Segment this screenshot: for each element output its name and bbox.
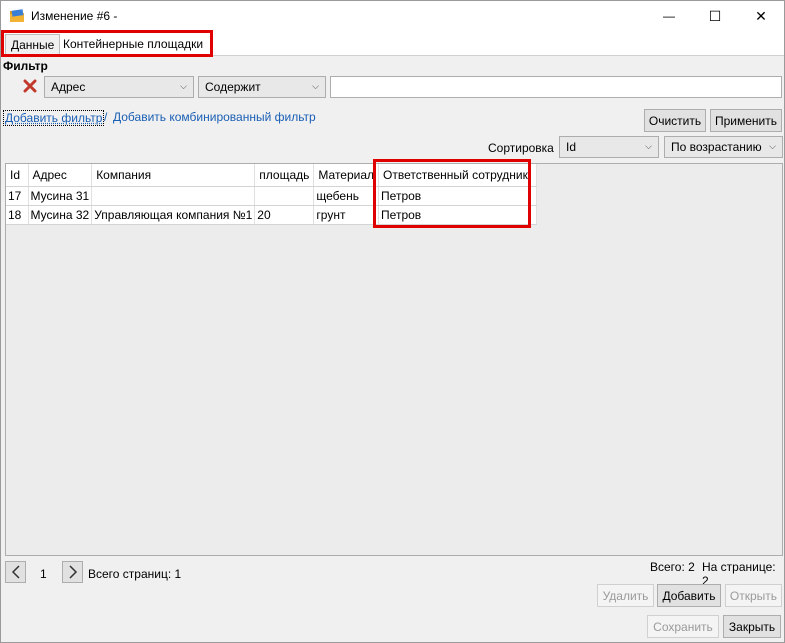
tab-container-sites-label: Контейнерные площадки (63, 37, 204, 51)
minimize-button[interactable]: — (646, 1, 692, 31)
data-table: Id Адрес Компания площадь Материал Ответ… (6, 164, 538, 225)
filter-title: Фильтр (3, 59, 48, 73)
cell-id: 18 (6, 205, 29, 225)
tab-container-sites[interactable]: Контейнерные площадки (58, 34, 208, 55)
prev-page-button[interactable] (5, 561, 26, 583)
close-icon: ✕ (755, 7, 767, 24)
tab-data-label: Данные (11, 38, 55, 52)
chevron-right-icon (68, 565, 77, 579)
column-header-company[interactable]: Компания (91, 164, 256, 187)
minimize-icon: — (663, 9, 675, 23)
total-pages-label: Всего страниц: 1 (88, 567, 182, 581)
data-grid: Id Адрес Компания площадь Материал Ответ… (5, 163, 783, 556)
cell-material: грунт (313, 205, 380, 225)
chevron-down-icon: ⌵ (312, 81, 319, 91)
filter-condition-value: Содержит (205, 80, 261, 94)
cell-company (91, 186, 256, 206)
table-row[interactable]: 18 Мусина 32 Управляющая компания №1 20 … (6, 205, 538, 225)
maximize-button[interactable]: ☐ (692, 1, 738, 31)
save-button[interactable]: Сохранить (647, 615, 719, 638)
tab-strip: Данные Контейнерные площадки (1, 31, 784, 56)
maximize-icon: ☐ (708, 7, 722, 24)
filter-field-value: Адрес (51, 80, 86, 94)
cell-area: 20 (254, 205, 315, 225)
cell-id: 17 (6, 186, 29, 206)
table-header-row: Id Адрес Компания площадь Материал Ответ… (6, 164, 538, 187)
remove-filter-icon[interactable] (23, 79, 37, 93)
sort-direction-select[interactable]: По возрастанию ⌵ (664, 136, 783, 158)
filter-value-input[interactable] (330, 76, 782, 98)
add-filter-link[interactable]: Добавить фильтр (3, 110, 105, 126)
chevron-down-icon: ⌵ (180, 81, 187, 91)
sort-direction-value: По возрастанию (671, 140, 762, 154)
current-page: 1 (40, 567, 47, 581)
sort-field-select[interactable]: Id ⌵ (559, 136, 659, 158)
cell-address: Мусина 31 (28, 186, 93, 206)
save-button-label: Сохранить (653, 619, 713, 634)
clear-button[interactable]: Очистить (644, 109, 706, 132)
cell-company: Управляющая компания №1 (91, 205, 256, 225)
cell-material: щебень (313, 186, 380, 206)
column-header-area[interactable]: площадь (254, 164, 315, 187)
open-button[interactable]: Открыть (725, 584, 782, 607)
sort-label: Сортировка (488, 141, 554, 155)
sort-field-value: Id (566, 140, 577, 154)
close-window-button[interactable]: ✕ (738, 1, 784, 31)
chevron-left-icon (11, 565, 20, 579)
filter-field-select[interactable]: Адрес ⌵ (44, 76, 194, 98)
cell-area (254, 186, 315, 206)
apply-button-label: Применить (714, 113, 777, 128)
chevron-down-icon: ⌵ (645, 141, 652, 151)
open-button-label: Открыть (729, 588, 778, 603)
add-combined-filter-link[interactable]: Добавить комбинированный фильтр (113, 110, 316, 124)
apply-button[interactable]: Применить (710, 109, 782, 132)
close-button[interactable]: Закрыть (723, 615, 781, 638)
total-records-label: Всего: 2 (650, 560, 695, 574)
delete-button-label: Удалить (602, 588, 649, 603)
column-header-responsible[interactable]: Ответственный сотрудник (378, 164, 538, 187)
filter-condition-select[interactable]: Содержит ⌵ (198, 76, 326, 98)
chevron-down-icon: ⌵ (769, 141, 776, 151)
tab-data[interactable]: Данные (5, 34, 61, 55)
dialog-window: Изменение #6 - — ☐ ✕ Данные Контейнерные… (0, 0, 785, 643)
add-button-label: Добавить (662, 588, 716, 603)
cell-address: Мусина 32 (28, 205, 93, 225)
next-page-button[interactable] (62, 561, 83, 583)
table-row[interactable]: 17 Мусина 31 щебень Петров (6, 186, 538, 206)
cell-responsible: Петров (378, 186, 538, 206)
app-folder-icon (10, 9, 24, 22)
column-header-id[interactable]: Id (6, 164, 29, 187)
close-button-label: Закрыть (728, 619, 776, 634)
delete-button[interactable]: Удалить (597, 584, 654, 607)
window-title: Изменение #6 - (31, 9, 118, 23)
cell-responsible: Петров (378, 205, 538, 225)
clear-button-label: Очистить (648, 113, 702, 128)
add-button[interactable]: Добавить (657, 584, 721, 607)
link-separator: / (104, 110, 108, 124)
column-header-address[interactable]: Адрес (28, 164, 93, 187)
title-bar: Изменение #6 - — ☐ ✕ (1, 1, 784, 31)
column-header-material[interactable]: Материал (313, 164, 380, 187)
